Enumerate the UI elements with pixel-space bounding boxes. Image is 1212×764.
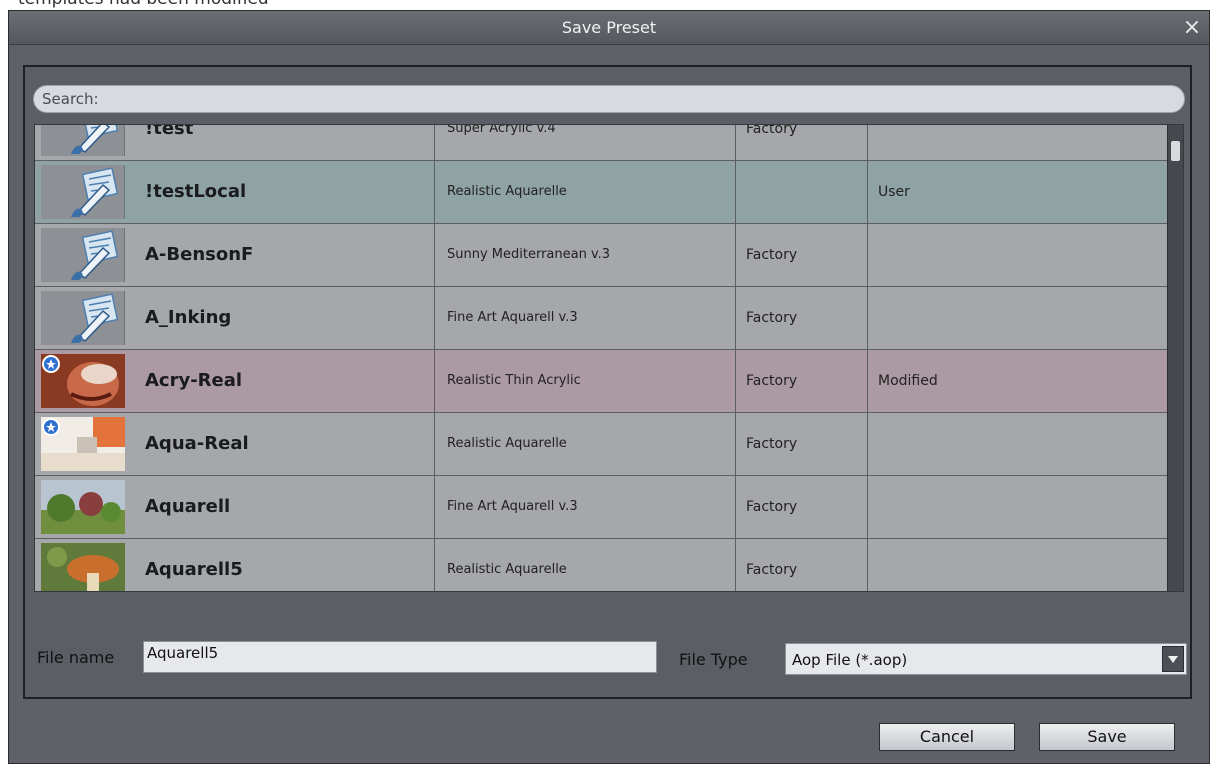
thumbnail-cell [35, 125, 127, 160]
source-cell: Factory [736, 413, 868, 475]
preset-thumbnail [41, 543, 125, 591]
preset-name-cell: Aqua-Real [127, 413, 435, 475]
source-cell: Factory [736, 476, 868, 538]
thumbnail-cell [35, 224, 127, 286]
save-button[interactable]: Save [1039, 723, 1175, 751]
thumbnail-cell [35, 287, 127, 349]
page-caption: templates had been modified [18, 0, 269, 9]
file-name-label: File name [37, 648, 115, 667]
title-bar[interactable]: Save Preset × [9, 11, 1209, 45]
state-cell [868, 125, 1167, 160]
engine-cell: Fine Art Aquarell v.3 [435, 287, 736, 349]
thumbnail-cell [35, 413, 127, 475]
thumbnail-cell [35, 161, 127, 223]
preset-name-cell: !testLocal [127, 161, 435, 223]
brush-icon [41, 165, 125, 219]
state-cell [868, 287, 1167, 349]
table-row[interactable]: !testLocal Realistic Aquarelle User [35, 161, 1167, 224]
scrollbar-thumb[interactable] [1171, 141, 1180, 161]
dialog-title: Save Preset [561, 18, 657, 37]
table-row[interactable]: Aquarell Fine Art Aquarell v.3 Factory [35, 476, 1167, 539]
source-cell: Factory [736, 350, 868, 412]
engine-cell: Fine Art Aquarell v.3 [435, 476, 736, 538]
state-cell: User [878, 184, 910, 200]
vertical-scrollbar[interactable] [1167, 125, 1183, 591]
preset-panel: !testSuper Acrylic v.4Factory!testLocalR… [23, 65, 1192, 699]
table-row[interactable]: !test Super Acrylic v.4 Factory [35, 125, 1167, 161]
engine-cell: Realistic Aquarelle [435, 161, 736, 223]
state-cell [868, 476, 1167, 538]
source-cell [736, 161, 868, 223]
preset-name-cell: Acry-Real [127, 350, 435, 412]
preset-name-cell: A_Inking [127, 287, 435, 349]
table-row[interactable]: A_Inking Fine Art Aquarell v.3 Factory [35, 287, 1167, 350]
chevron-down-icon[interactable] [1162, 646, 1184, 672]
cancel-button[interactable]: Cancel [879, 723, 1015, 751]
table-row[interactable]: Acry-Real Realistic Thin Acrylic Factory Mo… [35, 350, 1167, 413]
table-row[interactable]: Aqua-Real Realistic Aquarelle Factory [35, 413, 1167, 476]
thumbnail-cell [35, 476, 127, 538]
file-name-field[interactable] [143, 641, 657, 673]
file-type-select[interactable]: Aop File (*.aop) [785, 643, 1187, 675]
state-cell [868, 539, 1167, 591]
file-type-value: Aop File (*.aop) [792, 651, 908, 669]
preset-thumbnail [41, 354, 125, 408]
save-preset-dialog: Save Preset × !testSuper Acrylic v.4Fact… [8, 10, 1210, 764]
close-icon[interactable]: × [1177, 13, 1207, 43]
preset-table: !test Super Acrylic v.4 Factory !testLocal R… [34, 124, 1184, 592]
preset-thumbnail [41, 417, 125, 471]
state-cell [868, 413, 1167, 475]
engine-cell: Realistic Aquarelle [435, 539, 736, 591]
preset-name-cell: Aquarell [127, 476, 435, 538]
source-cell: Factory [736, 287, 868, 349]
file-type-label: File Type [679, 650, 748, 669]
page-caption-strip: templates had been modified [0, 0, 1212, 10]
brush-icon [41, 228, 125, 282]
source-cell: Factory [736, 125, 868, 160]
source-cell: Factory [736, 539, 868, 591]
state-cell: Modified [878, 373, 938, 389]
table-row[interactable]: A-BensonF Sunny Mediterranean v.3 Factory [35, 224, 1167, 287]
engine-cell: Sunny Mediterranean v.3 [435, 224, 736, 286]
source-cell: Factory [736, 224, 868, 286]
preset-thumbnail [41, 480, 125, 534]
preset-name-cell: A-BensonF [127, 224, 435, 286]
thumbnail-cell [35, 539, 127, 591]
thumbnail-cell [35, 350, 127, 412]
brush-icon [41, 125, 125, 156]
preset-name-cell: !test [127, 125, 435, 160]
engine-cell: Super Acrylic v.4 [435, 125, 736, 160]
preset-name-cell: Aquarell5 [127, 539, 435, 591]
engine-cell: Realistic Thin Acrylic [435, 350, 736, 412]
state-cell [868, 224, 1167, 286]
brush-icon [41, 291, 125, 345]
table-row[interactable]: Aquarell5 Realistic Aquarelle Factory [35, 539, 1167, 591]
engine-cell: Realistic Aquarelle [435, 413, 736, 475]
search-input[interactable] [33, 85, 1185, 113]
